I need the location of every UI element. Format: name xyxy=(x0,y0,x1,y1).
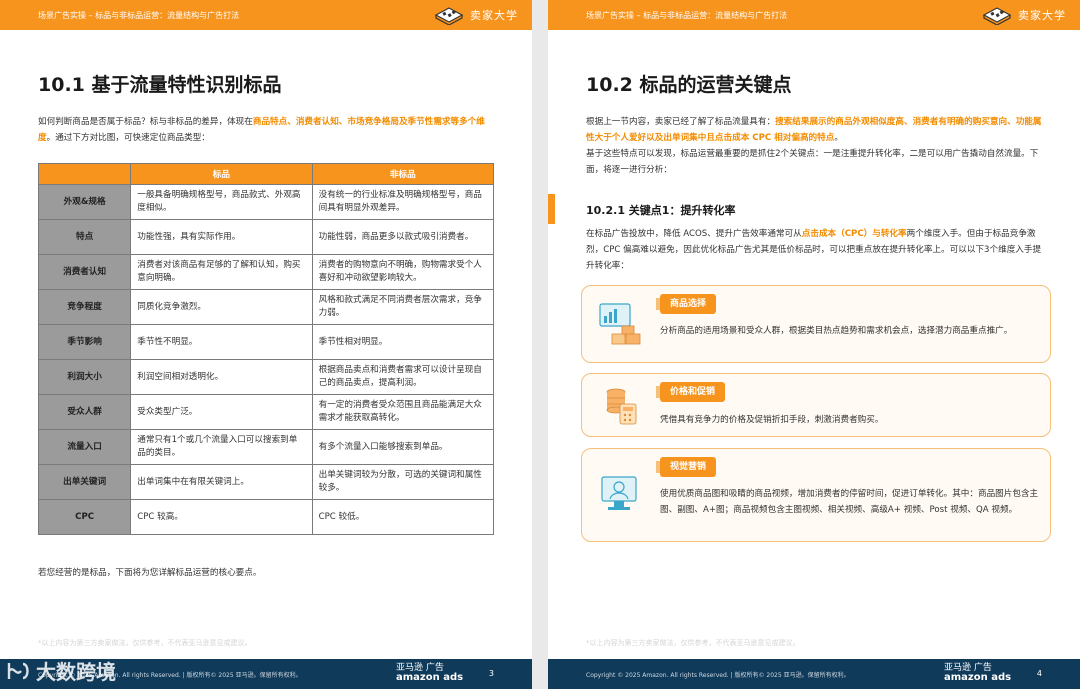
breadcrumb: 场景广告实操 – 标品与非标品运营：流量结构与广告打法 xyxy=(586,10,788,20)
table-header-standard: 标品 xyxy=(130,163,313,185)
cell-standard: 消费者对该商品有足够的了解和认知，购买意向明确。 xyxy=(130,254,313,290)
intro-paragraph: 根据上一节内容，卖家已经了解了标品流量具有：搜索结果展示的商品外观相似度高、消费… xyxy=(586,114,1048,178)
amazon-ads-logo: 亚马逊 广告 amazon ads xyxy=(944,663,1011,683)
cell-standard: 利润空间相对透明化。 xyxy=(130,359,313,395)
cell-standard: 季节性不明显。 xyxy=(130,324,313,360)
section-paragraph: 在标品广告投放中，降低 ACOS、提升广告效率通常可从点击成本（CPC）与转化率… xyxy=(586,226,1048,274)
cell-standard: 功能性强，具有实际作用。 xyxy=(130,219,313,255)
cell-nonstandard: 功能性弱，商品更多以款式吸引消费者。 xyxy=(311,219,495,255)
footnote: *以上内容为第三方卖家做法，仅供参考，不代表亚马逊意见或建议。 xyxy=(586,639,800,647)
amazon-ads-logo: 亚马逊 广告 amazon ads xyxy=(396,663,463,683)
page-number: 3 xyxy=(488,669,494,678)
copyright: Copyright © 2025 Amazon. All rights Rese… xyxy=(586,672,850,679)
card-text: 使用优质商品图和吸睛的商品视频，增加消费者的停留时间，促进订单转化。其中：商品图… xyxy=(660,489,1039,515)
analytics-boxes-icon xyxy=(599,303,641,345)
intro-text-2: 。 xyxy=(834,133,843,143)
page-number: 4 xyxy=(1036,669,1042,678)
table-row: 受众人群 受众类型广泛。 有一定的消费者受众范围且商品能满足大众需求才能获取高转化。 xyxy=(37,394,495,430)
monitor-video-icon xyxy=(601,476,637,510)
intro-text-1: 如何判断商品是否属于标品？标与非标品的差异，体现在 xyxy=(38,117,253,127)
cell-standard: 一般具备明确规格型号，商品款式、外观高度相似。 xyxy=(130,184,313,220)
intro-text-2: 。通过下方对比图，可快速定位商品类型： xyxy=(46,133,210,143)
cell-standard: 同质化竞争激烈。 xyxy=(130,289,313,325)
table-row: 出单关键词 出单词集中在有限关键词上。 出单关键词较为分散，可选的关键词和属性较多。 xyxy=(37,464,495,500)
row-label: 外观&规格 xyxy=(37,184,132,220)
brand-name: 卖家大学 xyxy=(470,9,518,22)
cell-nonstandard: 没有统一的行业标准及明确规格型号，商品间具有明显外观差异。 xyxy=(311,184,495,220)
table-row: 特点 功能性强，具有实际作用。 功能性弱，商品更多以款式吸引消费者。 xyxy=(37,219,495,255)
cell-nonstandard: 风格和款式满足不同消费者层次需求，竞争力弱。 xyxy=(311,289,495,325)
watermark-text: 大数跨境 xyxy=(36,660,116,684)
brand: 卖家大学 xyxy=(982,5,1066,25)
ads-logo-en: amazon ads xyxy=(944,672,1012,683)
row-label: 竞争程度 xyxy=(37,289,132,325)
table-row: 竞争程度 同质化竞争激烈。 风格和款式满足不同消费者层次需求，竞争力弱。 xyxy=(37,289,495,325)
table-header-nonstandard: 非标品 xyxy=(311,163,495,185)
page-title: 10.2 标品的运营关键点 xyxy=(586,74,792,96)
table-row: 流量入口 通常只有1个或几个流量入口可以搜索到单品的类目。 有多个流量入口能够搜索到… xyxy=(37,429,495,465)
footnote: *以上内容为第三方卖家做法，仅供参考，不代表亚马逊意见或建议。 xyxy=(38,639,252,647)
row-label: 出单关键词 xyxy=(37,464,132,500)
card-tag: 视觉营销 xyxy=(655,457,717,477)
cell-nonstandard: 消费者的购物意向不明确，购物需求受个人喜好和冲动欲望影响较大。 xyxy=(311,254,495,290)
table-header-corner xyxy=(37,163,132,185)
card-text: 凭借具有竞争力的价格及促销折扣手段，刺激消费者购买。 xyxy=(660,415,884,425)
page-header: 场景广告实操 – 标品与非标品运营：流量结构与广告打法 卖家大学 xyxy=(0,0,532,30)
section-highlight: 点击成本（CPC）与转化率 xyxy=(801,229,907,239)
card-visual-marketing: 视觉营销 使用优质商品图和吸睛的商品视频，增加消费者的停留时间，促进订单转化。其… xyxy=(581,448,1051,542)
intro-text-3: 基于这些特点可以发现，标品运营最重要的是抓住2个关键点：一是注重提升转化率，二是… xyxy=(586,149,1039,175)
page-footer: Copyright © 2025 Amazon. All rights Rese… xyxy=(548,659,1080,689)
cell-nonstandard: 季节性相对明显。 xyxy=(311,324,495,360)
book-logo-icon xyxy=(982,7,1012,25)
page-right: 场景广告实操 – 标品与非标品运营：流量结构与广告打法 卖家大学 10.2 标品… xyxy=(548,0,1080,689)
cell-nonstandard: 有一定的消费者受众范围且商品能满足大众需求才能获取高转化。 xyxy=(311,394,495,430)
page-left: 场景广告实操 – 标品与非标品运营：流量结构与广告打法 卖家大学 10.1 基于… xyxy=(0,0,532,689)
cell-nonstandard: 根据商品卖点和消费者需求可以设计呈现自己的商品卖点，提高利润。 xyxy=(311,359,495,395)
watermark: 大数跨境 xyxy=(6,656,116,685)
table-row: 利润大小 利润空间相对透明化。 根据商品卖点和消费者需求可以设计呈现自己的商品卖点，… xyxy=(37,359,495,395)
section-text-1: 在标品广告投放中，降低 ACOS、提升广告效率通常可从 xyxy=(586,229,802,239)
table-row: 外观&规格 一般具备明确规格型号，商品款式、外观高度相似。 没有统一的行业标准及明确… xyxy=(37,184,495,220)
table-row: 消费者认知 消费者对该商品有足够的了解和认知，购买意向明确。 消费者的购物意向不明确… xyxy=(37,254,495,290)
book-logo-icon xyxy=(434,7,464,25)
row-label: 季节影响 xyxy=(37,324,132,360)
table-header-row: 标品 非标品 xyxy=(37,163,495,185)
row-label: 特点 xyxy=(37,219,132,255)
intro-paragraph: 如何判断商品是否属于标品？标与非标品的差异，体现在商品特点、消费者认知、市场竞争… xyxy=(38,114,498,146)
closing-text: 若您经营的是标品，下面将为您详解标品运营的核心要点。 xyxy=(38,568,262,578)
cell-standard: 通常只有1个或几个流量入口可以搜索到单品的类目。 xyxy=(130,429,313,465)
watermark-logo-icon xyxy=(7,662,29,679)
cell-nonstandard: 出单关键词较为分散，可选的关键词和属性较多。 xyxy=(311,464,495,500)
ads-logo-en: amazon ads xyxy=(396,672,464,683)
card-tag: 价格和促销 xyxy=(655,382,726,402)
table-row: CPC CPC 较高。 CPC 较低。 xyxy=(37,499,495,535)
intro-text-1: 根据上一节内容，卖家已经了解了标品流量具有： xyxy=(586,117,776,127)
comparison-table: 标品 非标品 外观&规格 一般具备明确规格型号，商品款式、外观高度相似。 没有统一的… xyxy=(37,163,495,535)
breadcrumb: 场景广告实操 – 标品与非标品运营：流量结构与广告打法 xyxy=(38,10,240,20)
brand-name: 卖家大学 xyxy=(1018,9,1066,22)
page-header: 场景广告实操 – 标品与非标品运营：流量结构与广告打法 卖家大学 xyxy=(548,0,1080,30)
brand: 卖家大学 xyxy=(434,5,518,25)
card-price-promotion: 价格和促销 凭借具有竞争力的价格及促销折扣手段，刺激消费者购买。 xyxy=(581,373,1051,437)
coins-calculator-icon xyxy=(606,388,637,425)
card-tag: 商品选择 xyxy=(655,294,717,314)
cell-nonstandard: 有多个流量入口能够搜索到单品。 xyxy=(311,429,495,465)
row-label: CPC xyxy=(37,499,132,535)
section-title: 10.2.1 关键点1：提升转化率 xyxy=(586,204,736,217)
cell-standard: CPC 较高。 xyxy=(130,499,313,535)
row-label: 流量入口 xyxy=(37,429,132,465)
page-title: 10.1 基于流量特性识别标品 xyxy=(38,74,282,96)
row-label: 利润大小 xyxy=(37,359,132,395)
table-row: 季节影响 季节性不明显。 季节性相对明显。 xyxy=(37,324,495,360)
card-text: 分析商品的适用场景和受众人群，根据类目热点趋势和需求机会点，选择潜力商品重点推广… xyxy=(660,326,1013,336)
section-marker xyxy=(548,194,555,224)
cell-nonstandard: CPC 较低。 xyxy=(311,499,495,535)
card-product-selection: 商品选择 分析商品的适用场景和受众人群，根据类目热点趋势和需求机会点，选择潜力商… xyxy=(581,285,1051,363)
row-label: 消费者认知 xyxy=(37,254,132,290)
cell-standard: 受众类型广泛。 xyxy=(130,394,313,430)
row-label: 受众人群 xyxy=(37,394,132,430)
cell-standard: 出单词集中在有限关键词上。 xyxy=(130,464,313,500)
